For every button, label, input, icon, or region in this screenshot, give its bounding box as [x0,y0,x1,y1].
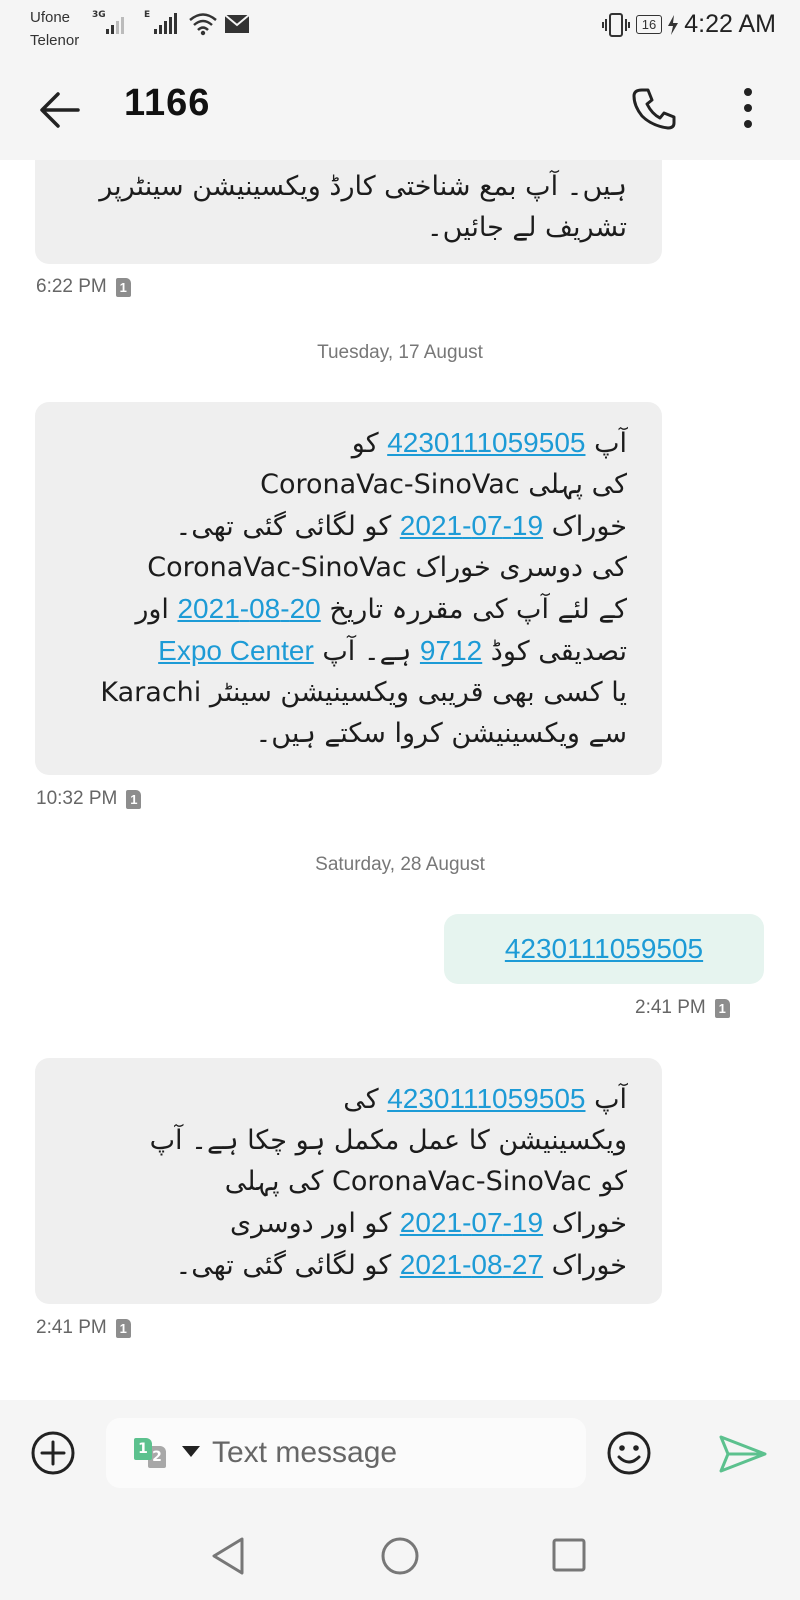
status-right: 16 4:22 AM [601,10,776,39]
incoming-message-bubble[interactable]: آپ 4230111059505 کی ویکسینیشن کا عمل مکم… [35,1058,662,1304]
message-text-line: کے لئے آپ کی مقررہ تاریخ 20-08-2021 اور [135,593,627,625]
sim-badge-icon: 1 [115,277,131,297]
message-text-line: تشریف لے جائیں۔ [426,212,627,243]
carrier-names: Ufone Telenor [30,6,79,52]
message-composer: 2 1 [0,1400,800,1510]
message-time: 6:22 PM [36,276,107,297]
sim-badge-icon: 1 [115,1318,131,1338]
message-text-line: Karachi یا کسی بھی قریبی ویکسینیشن سینٹر [100,677,627,708]
nav-back-icon[interactable] [210,1536,246,1576]
carrier-1: Ufone [30,9,71,26]
charging-icon [668,14,679,35]
message-meta: 10:32 PM 1 [36,788,142,810]
sim2-signal-icon: E [144,10,177,34]
carrier-2: Telenor [30,32,80,49]
message-meta: 6:22 PM 1 [36,276,131,298]
nav-home-icon[interactable] [380,1536,420,1576]
wifi-icon [189,13,217,36]
message-text-line: CoronaVac-SinoVac کی پہلی [260,469,627,500]
navigation-bar [0,1510,800,1600]
message-list[interactable]: ہیں۔ آپ بمع شناختی کارڈ ویکسینیشن سینٹرپ… [0,160,800,1400]
chevron-down-icon[interactable] [182,1446,200,1457]
cnic-link[interactable]: 4230111059505 [387,427,585,458]
message-text-line: خوراک 27-08-2021 کو لگائی گئی تھی۔ [175,1249,627,1281]
send-icon[interactable] [718,1434,768,1474]
message-text-line: خوراک 19-07-2021 کو لگائی گئی تھی۔ [175,510,627,542]
message-input-container[interactable]: 2 1 [106,1418,586,1488]
app-bar: 1166 [0,58,800,160]
phone-icon[interactable] [630,84,678,132]
message-text-line: خوراک 19-07-2021 کو اور دوسری [229,1207,627,1239]
message-text-line: آپ 4230111059505 کی [343,1083,627,1115]
message-time: 2:41 PM [635,997,706,1018]
outgoing-message-bubble[interactable]: 4230111059505 [444,914,764,984]
message-text-line: کو CoronaVac-SinoVac کی پہلی [224,1166,627,1197]
date-link[interactable]: 27-08-2021 [400,1249,543,1280]
sim-selector-icon[interactable]: 2 1 [134,1438,176,1468]
sim1-signal-icon: 3G [92,10,124,34]
message-meta: 2:41 PM 1 [36,1317,131,1339]
code-link[interactable]: 9712 [420,635,482,666]
date-separator: Tuesday, 17 August [317,342,483,363]
conversation-title: 1166 [124,82,211,124]
date-link[interactable]: 20-08-2021 [177,593,320,624]
smiley-icon[interactable] [606,1430,652,1476]
message-text-line: CoronaVac-SinoVac کی دوسری خوراک [147,552,627,583]
status-bar: Ufone Telenor 3G E 16 4:22 AM [0,0,800,58]
sim-badge-icon: 1 [714,998,730,1018]
cnic-link[interactable]: 4230111059505 [387,1083,585,1114]
message-text-line: ویکسینیشن کا عمل مکمل ہو چکا ہے۔ آپ [149,1125,627,1156]
plus-circle-icon[interactable] [30,1430,76,1476]
incoming-message-bubble[interactable]: ہیں۔ آپ بمع شناختی کارڈ ویکسینیشن سینٹرپ… [35,160,662,264]
date-separator: Saturday, 28 August [315,854,485,875]
battery-level: 16 [635,15,663,34]
date-link[interactable]: 19-07-2021 [400,1207,543,1238]
date-link[interactable]: 19-07-2021 [400,510,543,541]
sim-badge-icon: 1 [126,789,142,809]
message-text-line: ہیں۔ آپ بمع شناختی کارڈ ویکسینیشن سینٹرپ… [99,171,627,202]
message-time: 10:32 PM [36,788,118,809]
incoming-message-bubble[interactable]: آپ 4230111059505 کو CoronaVac-SinoVac کی… [35,402,662,775]
message-meta: 2:41 PM 1 [635,997,730,1019]
vibrate-icon [601,12,630,37]
message-text-line: تصدیقی کوڈ 9712 ہے۔ آپ Expo Center [158,635,627,667]
message-text-line: آپ 4230111059505 کو [351,427,627,459]
message-input[interactable] [212,1432,572,1474]
location-link[interactable]: Expo Center [158,635,314,666]
more-vertical-icon[interactable] [736,84,760,132]
arrow-left-icon[interactable] [38,86,86,134]
clock: 4:22 AM [684,10,776,38]
cnic-link[interactable]: 4230111059505 [505,933,703,964]
message-time: 2:41 PM [36,1317,107,1338]
nav-recents-icon[interactable] [552,1538,586,1572]
message-text-line: سے ویکسینیشن کروا سکتے ہیں۔ [255,718,627,749]
mail-icon [224,14,250,33]
